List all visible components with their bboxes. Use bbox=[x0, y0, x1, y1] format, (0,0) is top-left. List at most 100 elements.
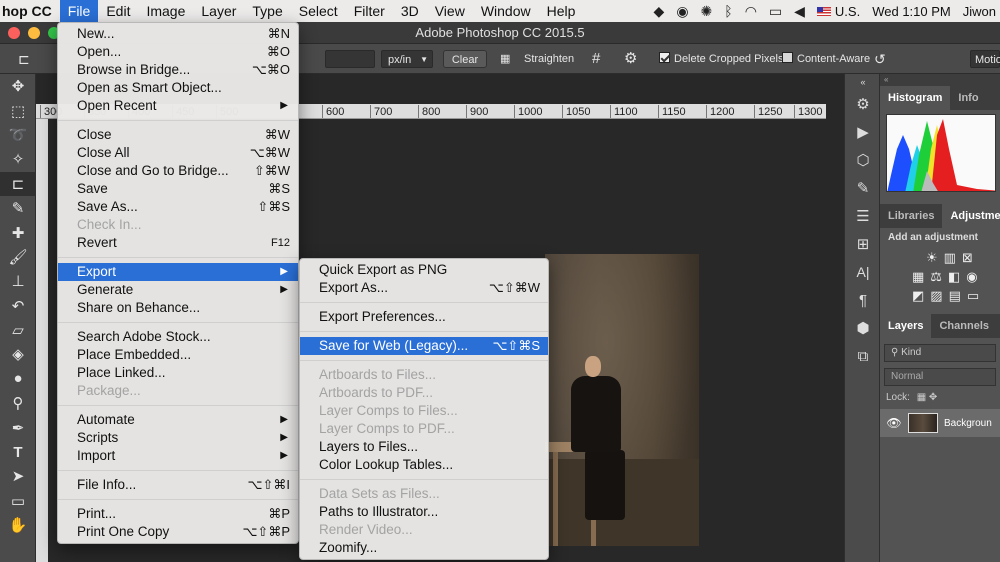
3d-cube-icon[interactable]: ⬢ bbox=[845, 314, 881, 342]
tab-layers[interactable]: Layers bbox=[880, 314, 932, 338]
overlay-grid-icon[interactable]: # bbox=[592, 50, 600, 68]
file_menu-item-new[interactable]: New... ⌘N bbox=[58, 25, 298, 43]
color-balance-icon[interactable]: ⚖ bbox=[930, 269, 942, 285]
file_menu-item-generate[interactable]: Generate ▶ bbox=[58, 281, 298, 299]
motion-field[interactable]: Motio bbox=[970, 50, 1000, 68]
menu-help[interactable]: Help bbox=[539, 0, 584, 22]
actions-play-icon[interactable]: ▶ bbox=[845, 118, 881, 146]
menu-view[interactable]: View bbox=[427, 0, 473, 22]
menu-filter[interactable]: Filter bbox=[346, 0, 393, 22]
posterize-icon[interactable]: ▨ bbox=[930, 288, 942, 304]
menu-layer[interactable]: Layer bbox=[193, 0, 244, 22]
brightness-icon[interactable]: ☀ bbox=[926, 250, 938, 266]
panel-collapse-bar[interactable]: « bbox=[880, 74, 1000, 86]
clear-button[interactable]: Clear bbox=[443, 50, 487, 68]
tab-libraries[interactable]: Libraries bbox=[880, 204, 942, 228]
settings-gear-icon[interactable]: ⚙ bbox=[624, 50, 637, 68]
file_menu-item-file-info[interactable]: File Info... ⌥⇧⌘I bbox=[58, 476, 298, 494]
volume-icon[interactable]: ◀ bbox=[794, 3, 805, 20]
menu-file[interactable]: File bbox=[59, 0, 99, 22]
globe-icon[interactable]: ◉ bbox=[676, 3, 688, 20]
clone-source-icon[interactable]: ⧉ bbox=[845, 342, 881, 370]
file_menu-item-close[interactable]: Close ⌘W bbox=[58, 126, 298, 144]
file_menu-item-print-one-copy[interactable]: Print One Copy ⌥⇧⌘P bbox=[58, 523, 298, 541]
document-image[interactable] bbox=[545, 254, 699, 546]
gradient-map-icon[interactable]: ▭ bbox=[967, 288, 979, 304]
crop-tool-icon[interactable]: ⊏ bbox=[0, 171, 36, 196]
blend-mode-select[interactable]: Normal bbox=[884, 368, 996, 386]
file_menu-item-open-as-smart-object[interactable]: Open as Smart Object... bbox=[58, 79, 298, 97]
file_menu-item-share-on-behance[interactable]: Share on Behance... bbox=[58, 299, 298, 317]
clock[interactable]: Wed 1:10 PM bbox=[872, 4, 951, 19]
export_menu-item-save-for-web-legacy[interactable]: Save for Web (Legacy)... ⌥⇧⌘S bbox=[300, 337, 548, 355]
eyedropper-tool-icon[interactable]: ✎ bbox=[0, 196, 36, 220]
path-select-tool-icon[interactable]: ➤ bbox=[0, 464, 36, 488]
app-menu[interactable]: hop CC bbox=[0, 3, 60, 19]
tab-channels[interactable]: Channels bbox=[931, 314, 997, 338]
export_menu-item-layers-to-files[interactable]: Layers to Files... bbox=[300, 438, 548, 456]
rectangle-tool-icon[interactable]: ▭ bbox=[0, 489, 36, 513]
tab-histogram[interactable]: Histogram bbox=[880, 86, 951, 110]
adjust-sliders-icon[interactable]: ☰ bbox=[845, 202, 881, 230]
photo-filter-icon[interactable]: ◉ bbox=[966, 269, 977, 285]
content-aware-checkbox[interactable]: Content-Aware bbox=[782, 50, 870, 68]
input-source[interactable]: U.S. bbox=[816, 4, 860, 19]
file_menu-item-close-and-go-to-bridge[interactable]: Close and Go to Bridge... ⇧⌘W bbox=[58, 162, 298, 180]
file_menu-item-open[interactable]: Open... ⌘O bbox=[58, 43, 298, 61]
export_menu-item-color-lookup-tables[interactable]: Color Lookup Tables... bbox=[300, 456, 548, 474]
move-tool-icon[interactable]: ✥ bbox=[0, 74, 36, 98]
color-wheel-icon[interactable]: ✺ bbox=[701, 3, 713, 20]
stamp-tool-icon[interactable]: ⊥ bbox=[0, 269, 36, 293]
history-panel-icon[interactable]: ⚙ bbox=[845, 90, 881, 118]
export_menu-item-export-preferences[interactable]: Export Preferences... bbox=[300, 308, 548, 326]
paint-bucket-tool-icon[interactable]: ◈ bbox=[0, 342, 36, 366]
reset-icon[interactable]: ↺ bbox=[874, 50, 886, 68]
lock-pixels-icon[interactable]: ▦ bbox=[917, 392, 926, 403]
dropbox-icon[interactable]: ◆ bbox=[654, 3, 665, 20]
levels-icon[interactable]: ▥ bbox=[944, 250, 956, 266]
file_menu-item-open-recent[interactable]: Open Recent ▶ bbox=[58, 97, 298, 115]
bluetooth-icon[interactable]: ᛒ bbox=[724, 3, 732, 19]
marquee-tool-icon[interactable]: ⬚ bbox=[0, 98, 36, 122]
black-white-icon[interactable]: ◧ bbox=[948, 269, 960, 285]
file_menu-item-scripts[interactable]: Scripts ▶ bbox=[58, 429, 298, 447]
file_menu-item-import[interactable]: Import ▶ bbox=[58, 447, 298, 465]
close-window-button[interactable] bbox=[8, 27, 20, 39]
type-tool-icon[interactable]: T bbox=[0, 440, 36, 464]
export_menu-item-export-as[interactable]: Export As... ⌥⇧⌘W bbox=[300, 279, 548, 297]
menu-edit[interactable]: Edit bbox=[98, 0, 138, 22]
lasso-tool-icon[interactable]: ➰ bbox=[0, 123, 36, 147]
file_menu-item-place-embedded[interactable]: Place Embedded... bbox=[58, 346, 298, 364]
export_menu-item-zoomify[interactable]: Zoomify... bbox=[300, 539, 548, 557]
menu-3d[interactable]: 3D bbox=[393, 0, 427, 22]
layer-background[interactable]: 👁 Backgroun bbox=[880, 409, 1000, 437]
brush-tool-icon[interactable]: 🖌 bbox=[0, 245, 36, 269]
eye-visibility-icon[interactable]: 👁 bbox=[880, 416, 908, 430]
crop-preset-icon[interactable]: ⊏ bbox=[18, 50, 30, 68]
menu-type[interactable]: Type bbox=[244, 0, 290, 22]
lock-position-icon[interactable]: ✥ bbox=[929, 392, 937, 403]
kind-filter[interactable]: ⚲ Kind bbox=[884, 344, 996, 362]
collapse-arrows-icon[interactable]: « bbox=[845, 74, 881, 90]
airplay-icon[interactable]: ▭ bbox=[769, 3, 782, 20]
hand-tool-icon[interactable]: ✋ bbox=[0, 513, 36, 537]
straighten-label[interactable]: Straighten bbox=[524, 50, 574, 68]
3d-panel-icon[interactable]: ⬡ bbox=[845, 146, 881, 174]
brush-panel-icon[interactable]: ✎ bbox=[845, 174, 881, 202]
menu-select[interactable]: Select bbox=[291, 0, 346, 22]
tool-presets-icon[interactable]: ⊞ bbox=[845, 230, 881, 258]
file_menu-item-search-adobe-stock[interactable]: Search Adobe Stock... bbox=[58, 328, 298, 346]
tab-info[interactable]: Info bbox=[950, 86, 986, 110]
menu-image[interactable]: Image bbox=[138, 0, 193, 22]
tab-adjustments[interactable]: Adjustmen bbox=[942, 204, 1000, 228]
menu-window[interactable]: Window bbox=[473, 0, 539, 22]
minimize-window-button[interactable] bbox=[28, 27, 40, 39]
file_menu-item-save-as[interactable]: Save As... ⇧⌘S bbox=[58, 198, 298, 216]
user-name[interactable]: Jiwon bbox=[963, 4, 996, 19]
units-select[interactable]: px/in ▼ bbox=[381, 50, 433, 68]
invert-icon[interactable]: ◩ bbox=[912, 288, 924, 304]
straighten-icon[interactable]: ▦ bbox=[500, 50, 510, 68]
curves-icon[interactable]: ⊠ bbox=[962, 250, 973, 266]
file_menu-item-save[interactable]: Save ⌘S bbox=[58, 180, 298, 198]
file_menu-item-print[interactable]: Print... ⌘P bbox=[58, 505, 298, 523]
